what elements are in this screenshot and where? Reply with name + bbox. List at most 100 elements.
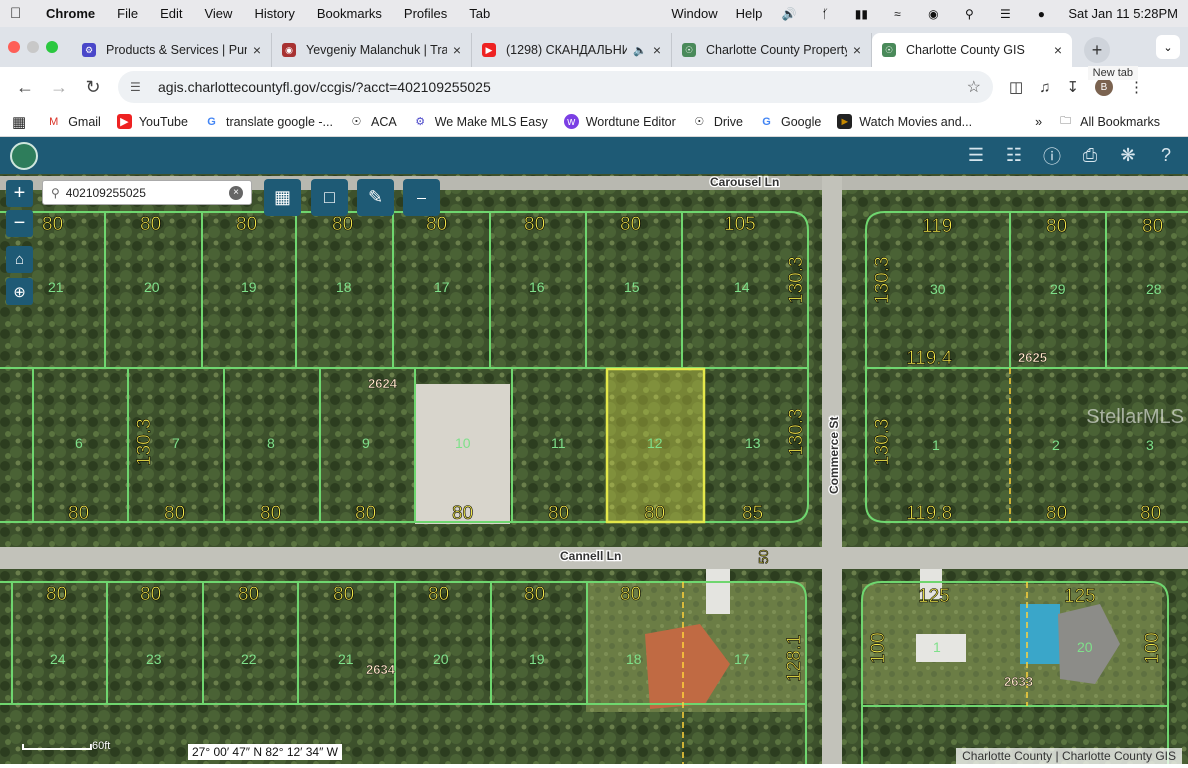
kebab-menu-icon[interactable]: ⋮	[1129, 78, 1144, 96]
bookmark-translate[interactable]: Gtranslate google -...	[204, 114, 333, 129]
volume-icon[interactable]: 🔊	[780, 7, 798, 21]
user-account-icon[interactable]: ◉	[924, 7, 942, 21]
avatar-icon: ◉	[282, 43, 296, 57]
forward-arrow-icon[interactable]: →	[44, 72, 74, 102]
all-bookmarks-folder[interactable]: 🗀 All Bookmarks	[1058, 114, 1160, 129]
menu-view[interactable]: View	[204, 6, 232, 21]
dimension-label: 80	[524, 214, 545, 235]
menu-history[interactable]: History	[254, 6, 294, 21]
browser-tab[interactable]: ☉ Charlotte County Property ×	[672, 33, 872, 67]
menu-window[interactable]: Window	[671, 6, 717, 21]
profile-avatar[interactable]: B	[1095, 78, 1114, 96]
search-value[interactable]: 402109255025	[66, 186, 146, 200]
dimension-label: 130.3	[872, 418, 893, 466]
map-attribution[interactable]: Charlotte County | Charlotte County GIS	[956, 748, 1182, 764]
reload-icon[interactable]: ↻	[78, 72, 108, 102]
bookmark-label: Drive	[713, 114, 743, 129]
menu-file[interactable]: File	[117, 6, 138, 21]
menubar-status-area: Window Help 🔊 ᚶ ▮▮ ≈ ◉ ⚲ ☰ ● Sat Jan 11 …	[671, 6, 1178, 21]
clear-search-icon[interactable]: ×	[229, 185, 243, 200]
lot-number-label: 13	[745, 435, 761, 451]
apple-icon[interactable]: 	[10, 5, 28, 22]
info-icon[interactable]: ⓘ	[1040, 144, 1064, 168]
control-center-icon[interactable]: ☰	[996, 7, 1014, 21]
menubar-datetime[interactable]: Sat Jan 11 5:28PM	[1068, 6, 1178, 21]
select-rectangle-icon[interactable]: □	[311, 179, 348, 216]
site-settings-icon[interactable]: ☰	[130, 80, 146, 94]
zoom-out-button[interactable]: −	[6, 210, 33, 237]
menu-help[interactable]: Help	[736, 6, 763, 21]
stellarmls-watermark: StellarMLS	[1086, 406, 1184, 428]
close-tab-icon[interactable]: ×	[253, 42, 261, 58]
browser-tab-bar: ⚙ Products & Services | Pun × ◉ Yevgeniy…	[0, 27, 1188, 67]
close-tab-icon[interactable]: ×	[453, 42, 461, 58]
close-tab-icon[interactable]: ×	[1054, 42, 1062, 58]
bluetooth-icon[interactable]: ᚶ	[816, 7, 834, 21]
basemap-grid-icon[interactable]: ▦	[264, 179, 301, 216]
home-icon[interactable]: ⌂	[6, 246, 33, 273]
battery-icon[interactable]: ▮▮	[852, 7, 870, 21]
bookmark-wordtune[interactable]: w Wordtune Editor	[563, 114, 676, 129]
lot-number-label: 20	[144, 279, 160, 295]
bookmark-gmail[interactable]: M Gmail	[46, 114, 101, 129]
media-controls-icon[interactable]: ♫	[1039, 79, 1050, 96]
dimension-label: 125	[1064, 586, 1096, 607]
bookmark-youtube[interactable]: ▶ YouTube	[116, 114, 188, 129]
layers-icon[interactable]: ☰	[964, 144, 988, 168]
lot-number-label: 11	[551, 435, 566, 451]
menu-tab[interactable]: Tab	[469, 6, 490, 21]
dimension-label: 80	[260, 503, 281, 524]
parcel-map-canvas[interactable]: Carousel Ln Cannell Ln Commerce St 2624 …	[0, 174, 1188, 764]
close-tab-icon[interactable]: ×	[653, 42, 661, 58]
browser-tab[interactable]: ◉ Yevgeniy Malanchuk | Trar ×	[272, 33, 472, 67]
measure-ruler-icon[interactable]: ⎯	[403, 179, 440, 216]
maximize-window-button[interactable]	[46, 41, 58, 53]
menu-bookmarks[interactable]: Bookmarks	[317, 6, 382, 21]
bookmark-star-icon[interactable]: ☆	[967, 77, 981, 97]
browser-tab[interactable]: ▶ (1298) СКАНДАЛЬНИ 🔈 ×	[472, 33, 672, 67]
spotlight-search-icon[interactable]: ⚲	[960, 7, 978, 21]
tab-search-chevron-down-icon[interactable]: ⌄	[1156, 35, 1180, 59]
locate-crosshair-icon[interactable]: ⊕	[6, 278, 33, 305]
siri-icon[interactable]: ●	[1032, 7, 1050, 21]
block-number-label: 2624	[368, 376, 398, 391]
minimize-window-button[interactable]	[27, 41, 39, 53]
new-tab-button[interactable]: +	[1084, 37, 1110, 63]
close-tab-icon[interactable]: ×	[853, 42, 861, 58]
bookmark-movies[interactable]: ► Watch Movies and...	[837, 114, 972, 129]
help-icon[interactable]: ?	[1154, 144, 1178, 168]
wifi-icon[interactable]: ≈	[888, 7, 906, 21]
google-icon: G	[207, 115, 216, 128]
download-icon[interactable]: ↧	[1066, 78, 1079, 96]
parcel-search-input[interactable]: ⚲ 402109255025 ×	[42, 180, 252, 205]
bookmark-mls[interactable]: ⚙ We Make MLS Easy	[413, 114, 547, 129]
extensions-puzzle-icon[interactable]: ◫	[1009, 78, 1023, 96]
browser-tab[interactable]: ⚙ Products & Services | Pun ×	[72, 33, 272, 67]
back-arrow-icon[interactable]: ←	[10, 72, 40, 102]
menu-edit[interactable]: Edit	[160, 6, 182, 21]
print-icon[interactable]: ⎙	[1078, 144, 1102, 168]
county-logo[interactable]	[10, 141, 38, 170]
menu-app-name[interactable]: Chrome	[46, 6, 95, 21]
address-url[interactable]: agis.charlottecountyfl.gov/ccgis/?acct=4…	[158, 79, 491, 95]
browser-tab-active[interactable]: ☉ Charlotte County GIS ×	[872, 33, 1072, 67]
legend-list-icon[interactable]: ☷	[1002, 144, 1026, 168]
menu-profiles[interactable]: Profiles	[404, 6, 447, 21]
tools-icon[interactable]: ❋	[1116, 144, 1140, 168]
lot-number-label: 9	[362, 435, 370, 451]
close-window-button[interactable]	[8, 41, 20, 53]
apps-grid-icon[interactable]: ▦	[12, 113, 26, 131]
selected-lot-number-label: 12	[647, 435, 663, 451]
zoom-in-button[interactable]: +	[6, 180, 33, 207]
edit-notes-icon[interactable]: ✎	[357, 179, 394, 216]
block-number-label: 2633	[1004, 674, 1033, 689]
mute-tab-icon[interactable]: 🔈	[633, 44, 647, 57]
lot-number-label: 16	[529, 279, 545, 295]
more-bookmarks-chevron-icon[interactable]: »	[1035, 115, 1042, 129]
lot-number-label: 1	[932, 437, 940, 453]
gis-map[interactable]: Carousel Ln Cannell Ln Commerce St 2624 …	[0, 174, 1188, 764]
bookmark-drive[interactable]: ☉ Drive	[692, 114, 743, 129]
address-bar[interactable]: ☰ agis.charlottecountyfl.gov/ccgis/?acct…	[118, 71, 993, 103]
bookmark-aca[interactable]: ☉ ACA	[349, 114, 397, 129]
bookmark-google[interactable]: G Google	[759, 114, 821, 129]
